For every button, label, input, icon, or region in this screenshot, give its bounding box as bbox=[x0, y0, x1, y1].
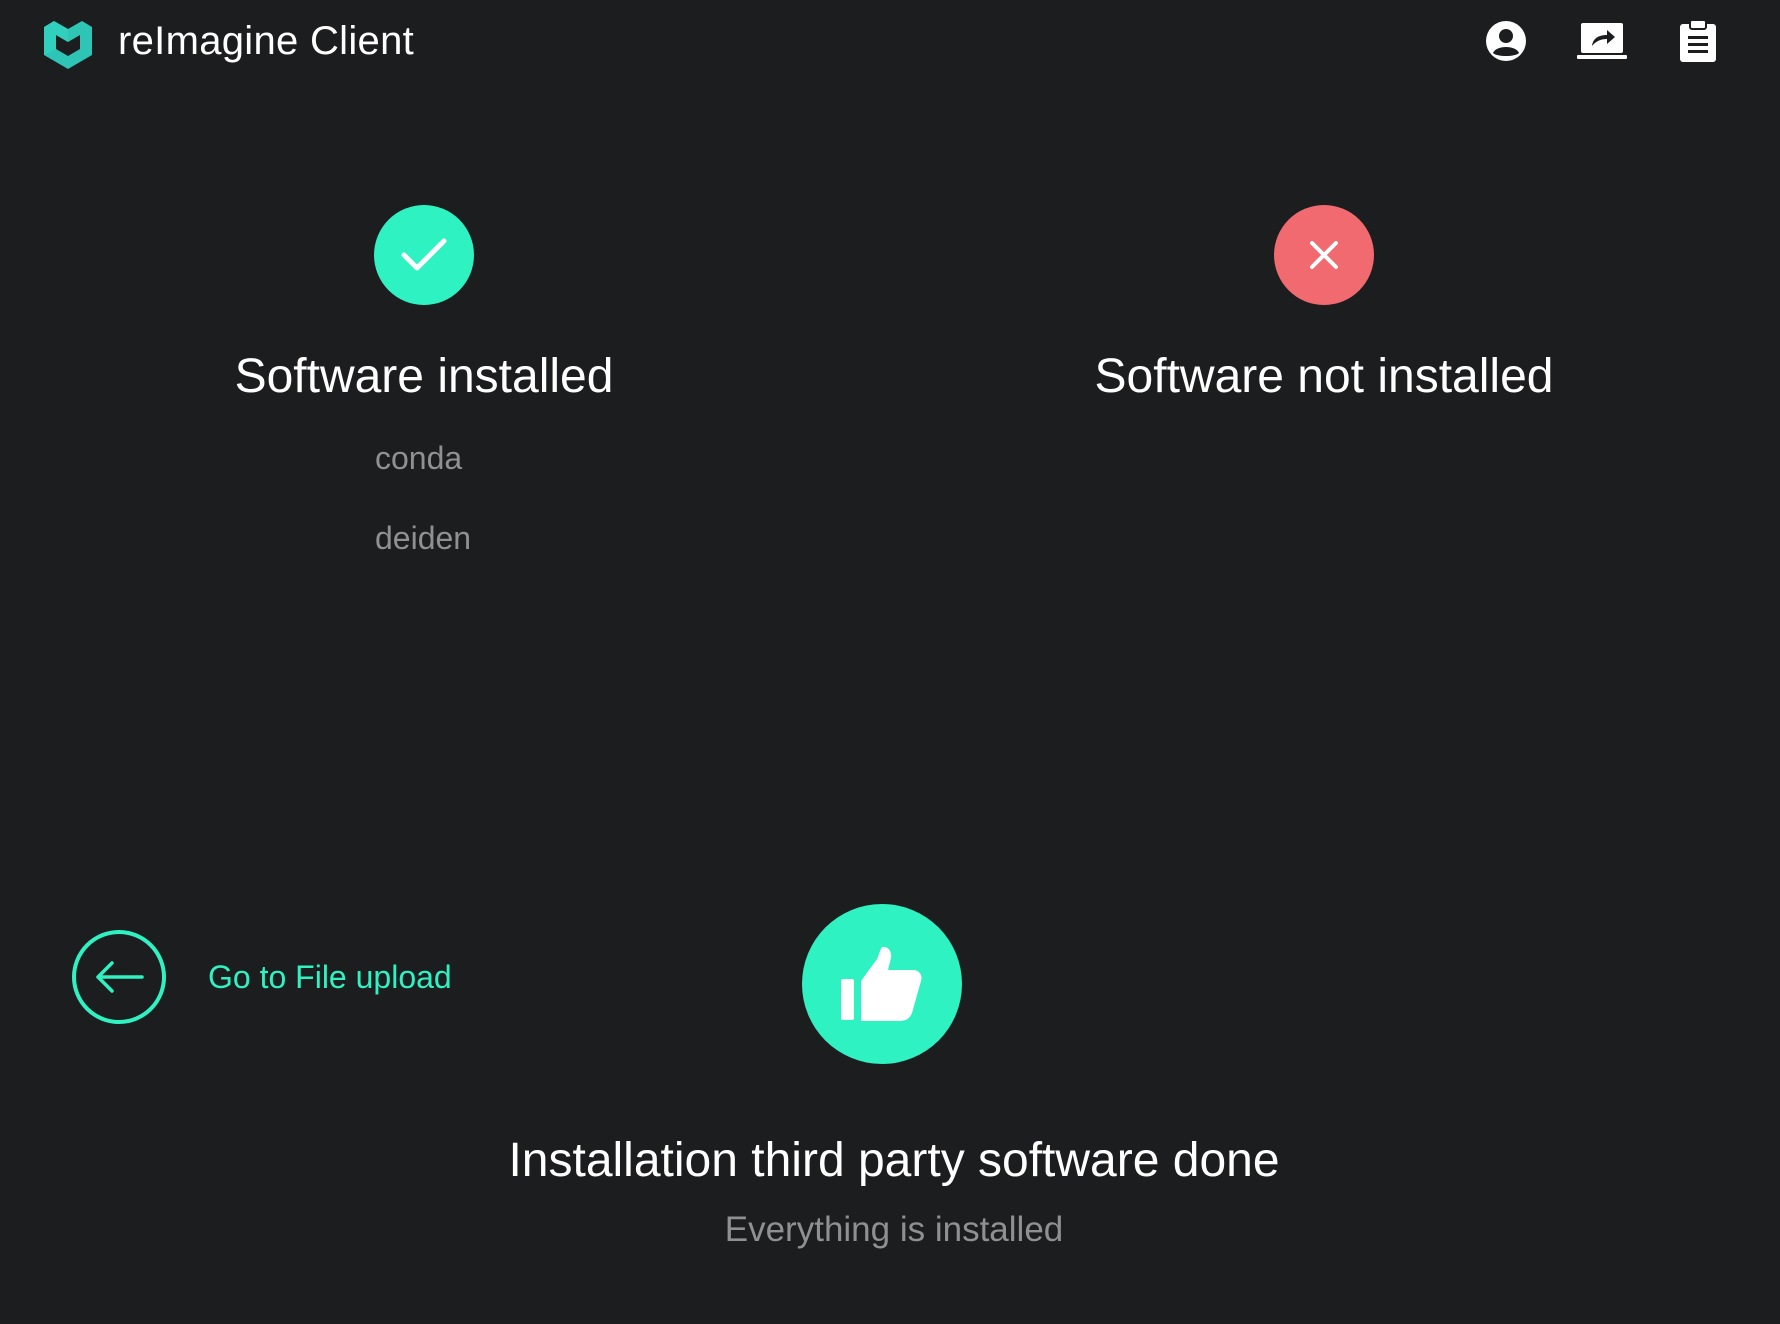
list-item: deiden bbox=[375, 520, 472, 556]
go-to-file-upload-link[interactable]: Go to File upload bbox=[72, 930, 452, 1024]
done-subtitle: Everything is installed bbox=[724, 1210, 1064, 1249]
not-installed-section: Software not installed bbox=[1024, 205, 1624, 407]
done-title: Installation third party software done bbox=[508, 1134, 1280, 1187]
profile-icon bbox=[1486, 21, 1526, 61]
share-screen-button[interactable] bbox=[1577, 16, 1627, 66]
installed-section: Software installed bbox=[124, 205, 724, 407]
clipboard-button[interactable] bbox=[1673, 16, 1723, 66]
app-logo bbox=[44, 21, 92, 69]
profile-button[interactable] bbox=[1481, 16, 1531, 66]
list-item: conda bbox=[375, 440, 463, 476]
app-title: reImagine Client bbox=[118, 19, 415, 63]
not-installed-title: Software not installed bbox=[1094, 350, 1554, 403]
header: reImagine Client bbox=[0, 0, 1780, 90]
installed-title: Software installed bbox=[234, 350, 614, 403]
close-icon bbox=[1310, 241, 1338, 269]
arrow-left-icon bbox=[96, 961, 144, 993]
check-icon bbox=[401, 238, 447, 271]
share-screen-icon bbox=[1577, 23, 1627, 59]
app-window: reImagine Client Software installed cond… bbox=[0, 0, 1780, 1324]
back-link-label[interactable]: Go to File upload bbox=[208, 959, 452, 996]
back-button[interactable] bbox=[72, 930, 166, 1024]
installed-status-badge bbox=[374, 205, 474, 305]
installed-package-list: conda deiden bbox=[375, 438, 471, 598]
thumbs-up-icon bbox=[841, 946, 922, 1021]
clipboard-icon bbox=[1680, 19, 1716, 62]
not-installed-status-badge bbox=[1274, 205, 1374, 305]
done-badge bbox=[802, 904, 962, 1064]
